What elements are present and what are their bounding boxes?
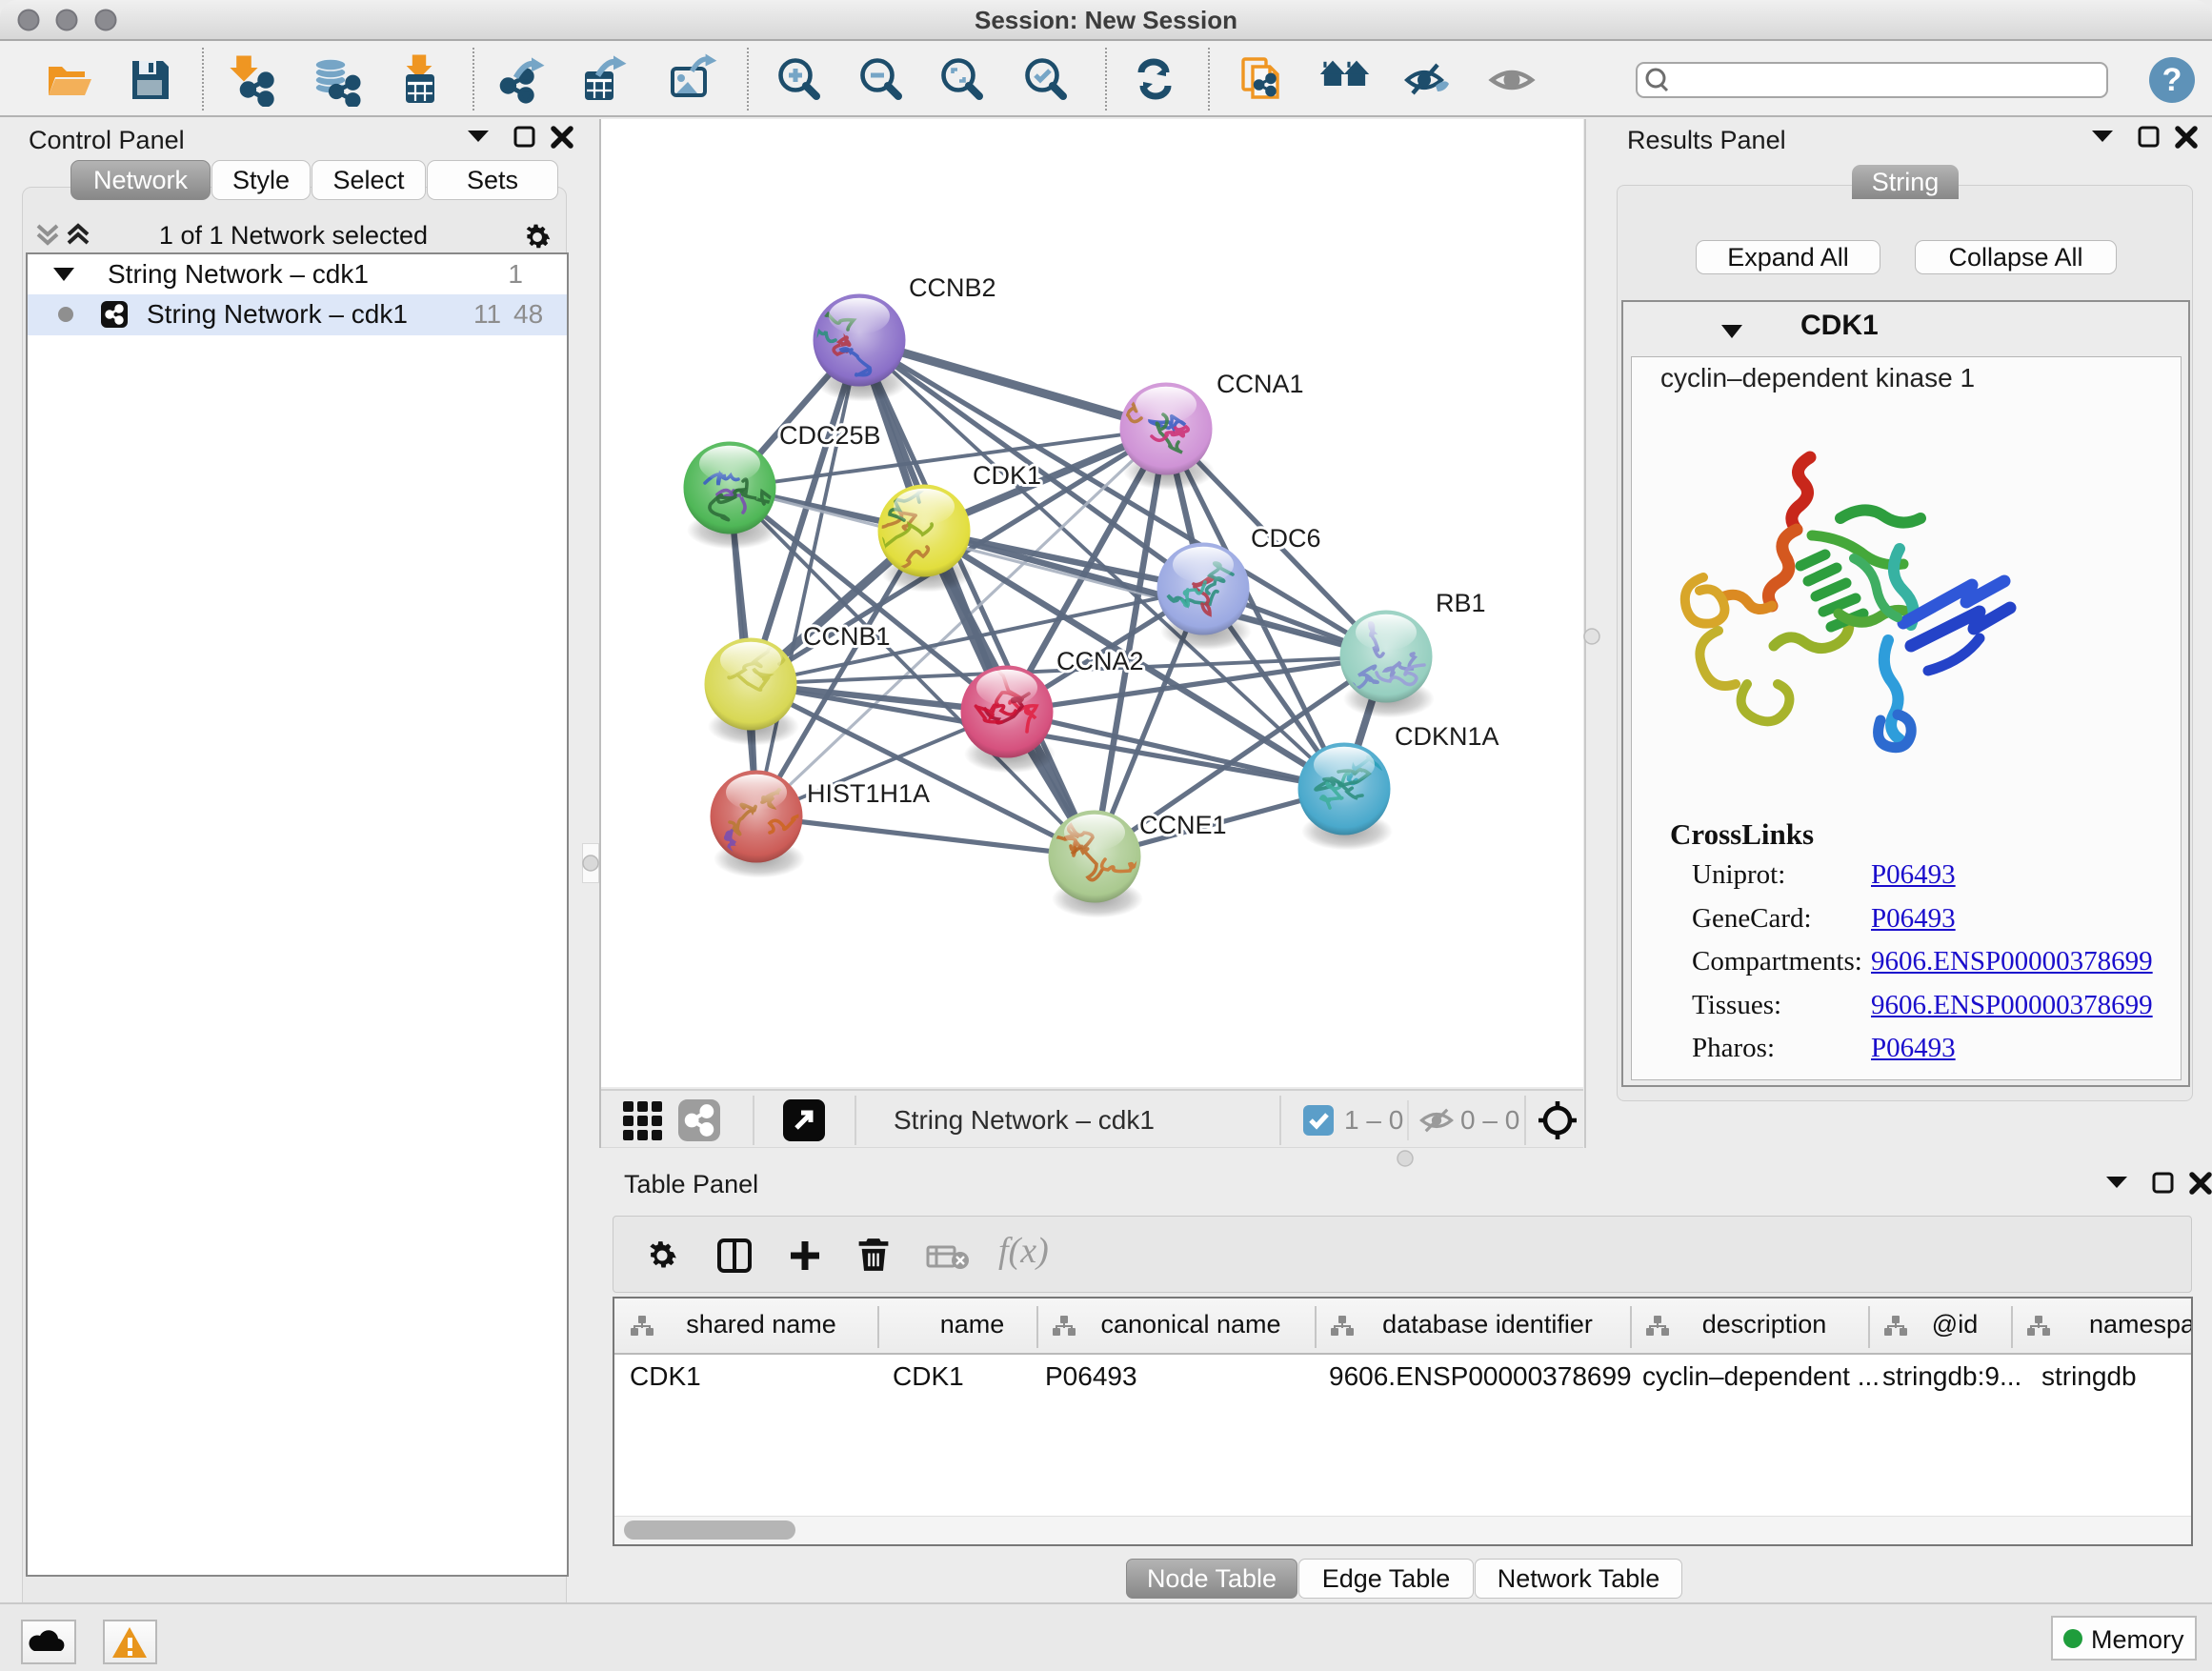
svg-text:CCNA2: CCNA2 (1056, 647, 1144, 675)
svg-text:CCNB1: CCNB1 (803, 622, 891, 651)
svg-text:CCNA1: CCNA1 (1217, 370, 1304, 398)
svg-text:CCNB2: CCNB2 (909, 273, 996, 302)
svg-text:CCNE1: CCNE1 (1139, 811, 1227, 839)
svg-text:CDC25B: CDC25B (779, 421, 881, 450)
svg-text:CDKN1A: CDKN1A (1395, 722, 1499, 751)
svg-text:HIST1H1A: HIST1H1A (807, 779, 930, 808)
svg-text:CDC6: CDC6 (1251, 524, 1321, 553)
svg-text:CDK1: CDK1 (973, 461, 1041, 490)
svg-text:?: ? (2162, 62, 2182, 98)
svg-text:RB1: RB1 (1436, 589, 1486, 617)
